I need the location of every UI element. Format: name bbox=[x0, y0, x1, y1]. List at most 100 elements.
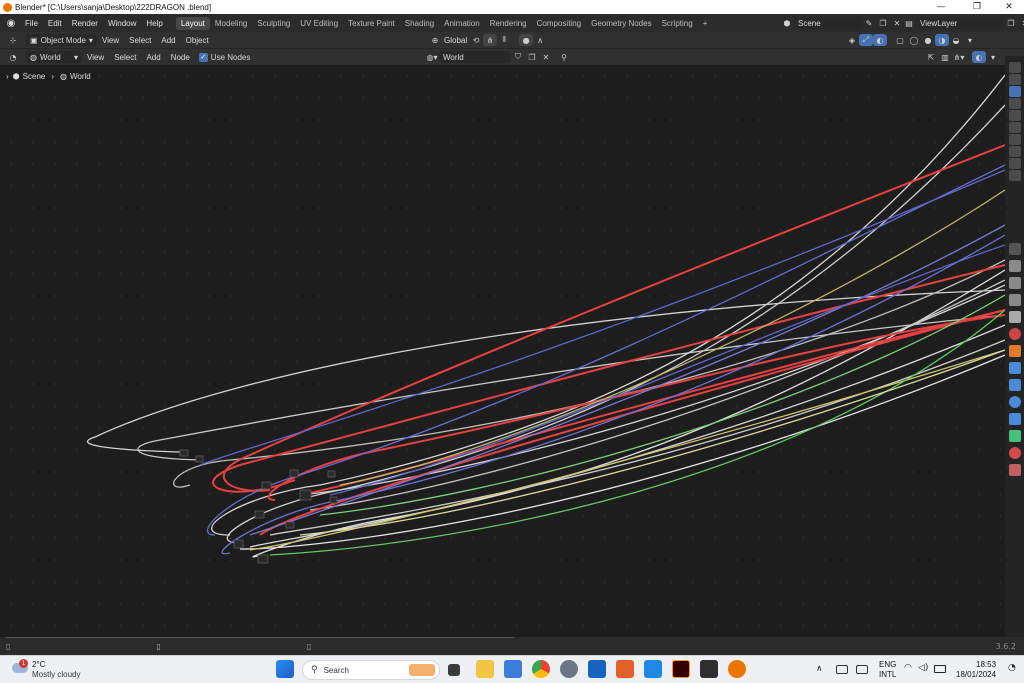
chrome-icon[interactable] bbox=[532, 660, 550, 678]
settings-icon[interactable] bbox=[560, 660, 578, 678]
overlay-icon[interactable]: ◐ bbox=[972, 51, 986, 63]
node-menu-node[interactable]: Node bbox=[166, 53, 195, 62]
menu-edit[interactable]: Edit bbox=[43, 19, 67, 28]
tray-icon[interactable] bbox=[856, 665, 868, 674]
camera-icon[interactable] bbox=[1008, 146, 1021, 157]
camera-icon[interactable] bbox=[1008, 74, 1021, 85]
pin-icon[interactable]: ⚲ bbox=[557, 51, 571, 63]
battery-icon[interactable] bbox=[934, 665, 946, 673]
visibility-icon[interactable]: ◈ bbox=[845, 34, 859, 46]
menu-window[interactable]: Window bbox=[103, 19, 141, 28]
tray-icon[interactable] bbox=[836, 665, 848, 674]
node-menu-view[interactable]: View bbox=[82, 53, 109, 62]
chevron-down-icon[interactable]: ▾ bbox=[963, 34, 977, 46]
menu-help[interactable]: Help bbox=[141, 19, 167, 28]
editor-type-icon[interactable]: ◔ bbox=[6, 51, 20, 63]
app-icon[interactable] bbox=[616, 660, 634, 678]
mode-dropdown[interactable]: ▣ Object Mode ▾ bbox=[26, 34, 97, 46]
scene-props-icon[interactable] bbox=[1008, 311, 1021, 323]
wifi-icon[interactable]: ◠ bbox=[904, 663, 912, 673]
menu-add[interactable]: Add bbox=[156, 36, 180, 45]
node[interactable] bbox=[179, 449, 189, 457]
tab-geometry-nodes[interactable]: Geometry Nodes bbox=[586, 17, 656, 30]
output-icon[interactable] bbox=[1008, 277, 1021, 289]
taskbar-search[interactable]: ⚲ Search bbox=[302, 660, 440, 680]
falloff-icon[interactable]: ∧ bbox=[533, 34, 547, 46]
tool-icon[interactable] bbox=[1008, 243, 1021, 255]
blender-menu-icon[interactable]: ◉ bbox=[4, 16, 18, 30]
camera-icon[interactable] bbox=[1008, 98, 1021, 109]
scene-selector[interactable]: ⬢ Scene ✎ ❐ ✕ bbox=[780, 17, 904, 29]
node-menu-select[interactable]: Select bbox=[109, 53, 141, 62]
maximize-icon[interactable]: ❐ bbox=[962, 0, 992, 14]
camera-icon[interactable] bbox=[1008, 134, 1021, 145]
menu-render[interactable]: Render bbox=[67, 19, 103, 28]
fake-user-icon[interactable]: ⛉ bbox=[511, 51, 525, 63]
keyboard-layout-label[interactable]: INTL bbox=[879, 670, 896, 679]
shader-type-dropdown[interactable]: ◍ World ▾ bbox=[26, 51, 82, 63]
close-icon[interactable]: ✕ bbox=[994, 0, 1024, 14]
gizmo-icon[interactable]: ⤢ bbox=[859, 34, 873, 46]
xray-icon[interactable]: ▢ bbox=[893, 34, 907, 46]
node[interactable] bbox=[289, 469, 299, 478]
weather-widget[interactable]: 1 2°C Mostly cloudy bbox=[10, 659, 100, 681]
blender-taskbar-icon[interactable] bbox=[728, 660, 746, 678]
camera-icon[interactable] bbox=[1008, 122, 1021, 133]
overlay-icon[interactable]: ◐ bbox=[873, 34, 887, 46]
node[interactable] bbox=[257, 554, 269, 564]
menu-file[interactable]: File bbox=[20, 19, 43, 28]
tab-uv-editing[interactable]: UV Editing bbox=[295, 17, 343, 30]
new-scene-icon[interactable]: ❐ bbox=[876, 17, 890, 29]
new-viewlayer-icon[interactable]: ❐ bbox=[1004, 17, 1018, 29]
node-editor-canvas[interactable]: › ⬢ Scene › ◍ World bbox=[0, 65, 1005, 637]
snap-icon[interactable]: ⋔▾ bbox=[952, 51, 966, 63]
tab-sculpting[interactable]: Sculpting bbox=[252, 17, 295, 30]
world-browse-icon[interactable]: ◍▾ bbox=[425, 51, 439, 63]
chevron-down-icon[interactable]: ▾ bbox=[986, 51, 1000, 63]
snap-icon[interactable]: ⋔ bbox=[483, 34, 498, 46]
illustrator-icon[interactable] bbox=[672, 660, 690, 678]
camera-icon[interactable] bbox=[1008, 86, 1021, 97]
render-icon[interactable] bbox=[1008, 260, 1021, 272]
task-view-icon[interactable] bbox=[448, 664, 460, 676]
proportional-icon[interactable]: ● bbox=[519, 34, 534, 46]
node[interactable] bbox=[195, 455, 204, 463]
object-props-icon[interactable] bbox=[1008, 345, 1021, 357]
tab-modeling[interactable]: Modeling bbox=[210, 17, 252, 30]
shading-solid-icon[interactable]: ● bbox=[921, 34, 935, 46]
tab-layout[interactable]: Layout bbox=[175, 16, 210, 30]
orientation-dropdown[interactable]: Global bbox=[442, 36, 469, 45]
mail-icon[interactable] bbox=[644, 660, 662, 678]
menu-view[interactable]: View bbox=[97, 36, 124, 45]
use-nodes-checkbox[interactable]: ✓ Use Nodes bbox=[198, 52, 250, 62]
tab-scripting[interactable]: Scripting bbox=[657, 17, 698, 30]
texture-icon[interactable] bbox=[1008, 464, 1021, 476]
world-props-icon[interactable] bbox=[1008, 328, 1021, 340]
shading-material-icon[interactable]: ◑ bbox=[935, 34, 949, 46]
language-label[interactable]: ENG bbox=[879, 660, 896, 669]
minimize-icon[interactable]: — bbox=[926, 0, 956, 14]
new-world-icon[interactable]: ❐ bbox=[525, 51, 539, 63]
node[interactable] bbox=[329, 496, 338, 504]
shading-rendered-icon[interactable]: ◒ bbox=[949, 34, 963, 46]
node[interactable] bbox=[299, 489, 312, 501]
add-workspace-icon[interactable]: + bbox=[698, 17, 713, 30]
modifier-icon[interactable] bbox=[1008, 362, 1021, 374]
node-menu-add[interactable]: Add bbox=[141, 53, 165, 62]
material-icon[interactable] bbox=[1008, 447, 1021, 459]
view-layer-icon[interactable] bbox=[1008, 294, 1021, 306]
tab-shading[interactable]: Shading bbox=[400, 17, 439, 30]
node[interactable] bbox=[261, 481, 272, 490]
parent-node-icon[interactable]: ⇱ bbox=[924, 51, 938, 63]
clock-date[interactable]: 18/01/2024 bbox=[956, 670, 996, 679]
file-explorer-icon[interactable] bbox=[476, 660, 494, 678]
sticky-notes-icon[interactable] bbox=[700, 660, 718, 678]
store-icon[interactable] bbox=[504, 660, 522, 678]
unlink-world-icon[interactable]: ✕ bbox=[539, 51, 553, 63]
scene-name-field[interactable]: Scene bbox=[794, 17, 862, 29]
shading-wire-icon[interactable]: ◯ bbox=[907, 34, 921, 46]
horizontal-scrollbar[interactable] bbox=[6, 637, 514, 638]
delete-viewlayer-icon[interactable]: ✕ bbox=[1018, 17, 1024, 29]
node[interactable] bbox=[254, 510, 265, 519]
editor-type-icon[interactable]: ⊹ bbox=[6, 34, 20, 46]
